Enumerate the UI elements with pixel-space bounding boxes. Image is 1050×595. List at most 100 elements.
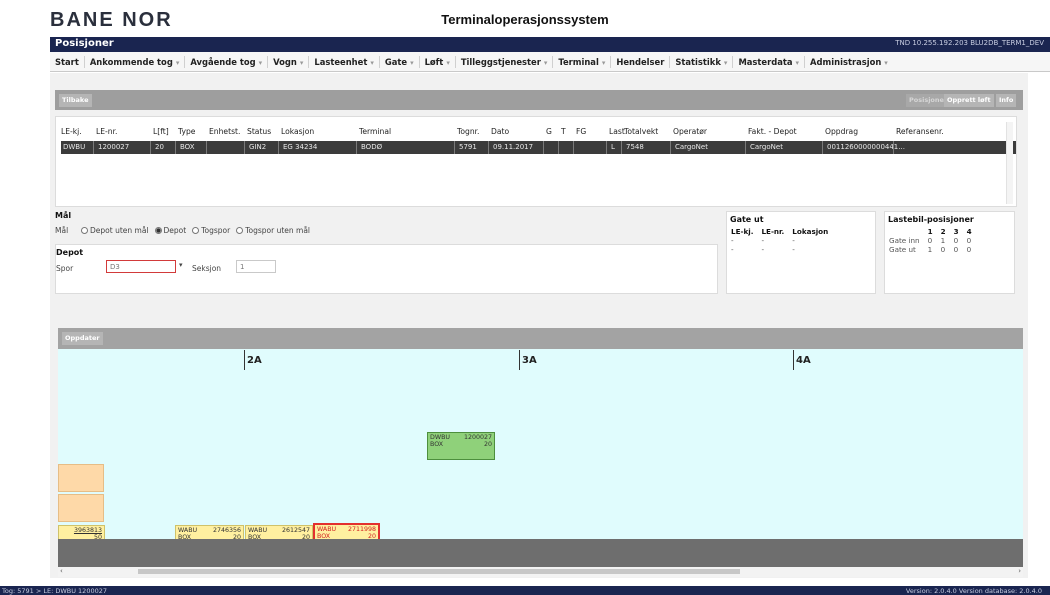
- menu-item-2[interactable]: Avgående tog ▾: [185, 57, 267, 67]
- grid-column-header[interactable]: LE-nr.: [96, 127, 117, 136]
- menu-item-5[interactable]: Gate ▾: [380, 57, 419, 67]
- grid-divider: [893, 141, 894, 154]
- grid-cell: BOX: [180, 143, 195, 151]
- table-row[interactable]: DWBU 1200027 20 BOX GIN2 EG 34234 BODØ 5791 09.1…: [61, 141, 1016, 154]
- radio-label: Togspor: [201, 226, 231, 235]
- grid-column-header[interactable]: Fakt. - Depot: [748, 127, 797, 136]
- grid-divider: [244, 141, 245, 154]
- seksjon-label: Seksjon: [192, 264, 222, 273]
- grid-column-header[interactable]: Type: [178, 127, 195, 136]
- scroll-right-icon[interactable]: ›: [1018, 567, 1021, 575]
- spor-select[interactable]: D3: [106, 260, 176, 273]
- page-title-bar: Posisjoner TND 10.255.192.203 BLU2DB_TER…: [50, 37, 1050, 52]
- grid-cell: CargoNet: [675, 143, 708, 151]
- grid-column-header[interactable]: Oppdrag: [825, 127, 858, 136]
- empty-slot[interactable]: [58, 494, 104, 522]
- chevron-down-icon: ▾: [601, 58, 606, 67]
- gate-ut-table: LE-kj. LE-nr. Lokasjon - - - - - -: [727, 227, 832, 254]
- radio-button[interactable]: [192, 227, 200, 234]
- menu-item-9[interactable]: Hendelser: [611, 57, 669, 67]
- radio-button[interactable]: [154, 227, 162, 234]
- unit-len: 20: [483, 441, 492, 448]
- grid-cell: 5791: [459, 143, 477, 151]
- load-unit-dwbu-1200027[interactable]: DWBU 1200027 BOX 20: [427, 432, 495, 460]
- grid-column-header[interactable]: Dato: [491, 127, 509, 136]
- back-button[interactable]: Tilbake: [59, 94, 92, 107]
- create-lift-button[interactable]: Opprett løft: [944, 94, 994, 107]
- menu-item-0[interactable]: Start: [50, 57, 84, 67]
- status-context: Tog: 5791 > LE: DWBU 1200027: [2, 587, 107, 595]
- radio-label: Togspor uten mål: [245, 226, 310, 235]
- menu-item-12[interactable]: Administrasjon ▾: [805, 57, 893, 67]
- menu-item-11[interactable]: Masterdata ▾: [733, 57, 804, 67]
- radio-button[interactable]: [236, 227, 244, 234]
- grid-column-header[interactable]: Operatør: [673, 127, 707, 136]
- grid-column-header[interactable]: T: [561, 127, 566, 136]
- spor-value: D3: [110, 263, 120, 271]
- info-button[interactable]: Info: [996, 94, 1017, 107]
- section-marker: [793, 350, 794, 370]
- grid-scrollbar[interactable]: [1006, 122, 1013, 204]
- grid-column-header[interactable]: Tognr.: [457, 127, 479, 136]
- radio-button[interactable]: [81, 227, 88, 234]
- grid-column-header[interactable]: Referansenr.: [896, 127, 944, 136]
- table-header-cell: [885, 227, 924, 236]
- empty-slot[interactable]: [58, 464, 104, 492]
- grid-column-header[interactable]: L[ft]: [153, 127, 169, 136]
- grid-cell: 7548: [626, 143, 644, 151]
- table-header-cell: 3: [953, 227, 959, 236]
- grid-cell: GIN2: [249, 143, 267, 151]
- menu-item-label: Løft: [424, 56, 444, 67]
- menu-item-label: Statistikk: [675, 56, 721, 67]
- menu-item-3[interactable]: Vogn ▾: [268, 57, 308, 67]
- menu-item-label: Avgående tog: [190, 56, 256, 67]
- section-label-3a: 3A: [522, 355, 537, 366]
- table-header-cell: LE-nr.: [761, 227, 785, 236]
- grid-column-header[interactable]: Lokasjon: [281, 127, 314, 136]
- chevron-down-icon: ▾: [410, 58, 414, 67]
- gate-ut-panel: Gate ut LE-kj. LE-nr. Lokasjon - - - - - -: [726, 211, 876, 294]
- gate-ut-heading: Gate ut: [730, 215, 764, 224]
- chevron-down-icon[interactable]: ▾: [179, 261, 183, 269]
- scroll-left-icon[interactable]: ‹: [60, 567, 63, 575]
- update-button[interactable]: Oppdater: [62, 332, 103, 345]
- menu-item-label: Start: [55, 56, 79, 67]
- table-cell: 0: [953, 245, 959, 254]
- table-cell: 0: [966, 236, 972, 245]
- grid-cell: L: [611, 143, 615, 151]
- grid-divider: [356, 141, 357, 154]
- grid-cell: 09.11.2017: [493, 143, 534, 151]
- seksjon-input[interactable]: 1: [236, 260, 276, 273]
- menu-item-4[interactable]: Lasteenhet ▾: [309, 57, 378, 67]
- table-header-cell: 1: [927, 227, 933, 236]
- yard-horizontal-scrollbar[interactable]: ‹ ›: [58, 567, 1023, 577]
- table-row: Gate inn 0 1 0 0: [885, 236, 976, 245]
- grid-column-header[interactable]: Terminal: [359, 127, 391, 136]
- grid-cell: EG 34234: [283, 143, 318, 151]
- menu-item-label: Masterdata: [738, 56, 793, 67]
- grid-divider: [454, 141, 455, 154]
- table-header-cell: 2: [940, 227, 946, 236]
- grid-column-header[interactable]: Totalvekt: [624, 127, 658, 136]
- page-title: Posisjoner: [55, 38, 114, 49]
- maal-radio-group: Depot uten mål Depot Togspor Togspor uten m…: [75, 226, 310, 235]
- unit-kj: DWBU: [430, 434, 451, 441]
- menu-item-7[interactable]: Tilleggstjenester ▾: [456, 57, 553, 67]
- menu-item-6[interactable]: Løft ▾: [420, 57, 455, 67]
- unit-nr: 2711998: [347, 526, 376, 533]
- lastebil-panel: Lastebil-posisjoner 1 2 3 4 Gate inn 0 1 0 0 Gate…: [884, 211, 1015, 294]
- menu-item-8[interactable]: Terminal ▾: [553, 57, 610, 67]
- grid-column-header[interactable]: Status: [247, 127, 271, 136]
- scroll-thumb[interactable]: [138, 569, 740, 574]
- menu-item-1[interactable]: Ankommende tog ▾: [85, 57, 185, 67]
- grid-column-header[interactable]: FG: [576, 127, 586, 136]
- grid-divider: [670, 141, 671, 154]
- grid-divider: [278, 141, 279, 154]
- grid-column-header[interactable]: G: [546, 127, 552, 136]
- status-bar: Tog: 5791 > LE: DWBU 1200027 Version: 2.…: [0, 586, 1050, 595]
- grid-column-header[interactable]: LE-kj.: [61, 127, 82, 136]
- grid-divider: [573, 141, 574, 154]
- grid-column-header[interactable]: Enhetst.: [209, 127, 240, 136]
- menu-item-10[interactable]: Statistikk ▾: [670, 57, 732, 67]
- table-cell: -: [761, 245, 765, 254]
